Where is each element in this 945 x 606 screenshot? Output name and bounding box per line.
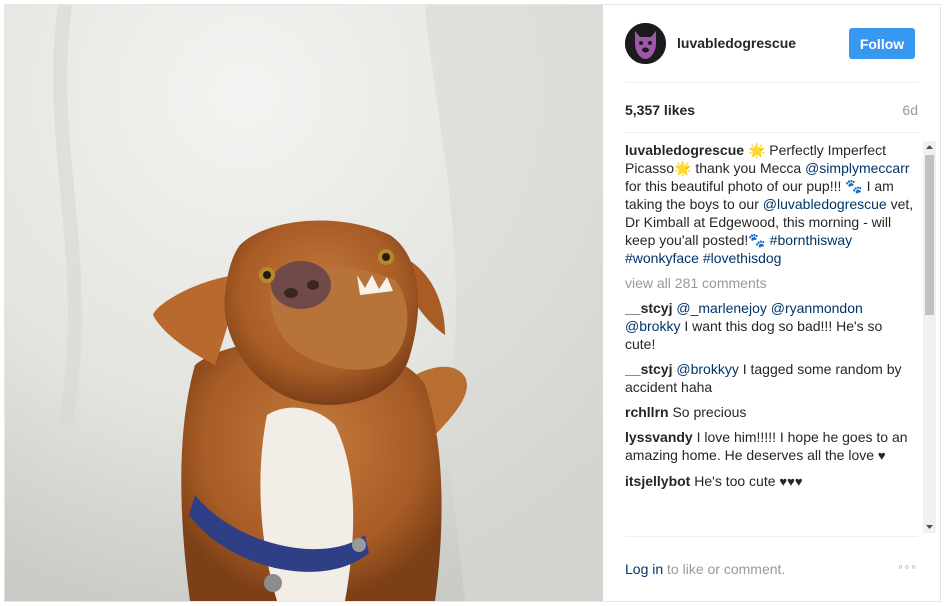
comments-list[interactable]: luvabledogrescue 🌟 Perfectly Imperfect P… bbox=[625, 141, 915, 533]
login-prompt-text: to like or comment. bbox=[663, 561, 786, 577]
comment-username[interactable]: __stcyj bbox=[625, 361, 672, 377]
mention-link[interactable]: @_marlenejoy bbox=[676, 300, 766, 316]
heart-icon: ♥♥♥ bbox=[779, 474, 803, 489]
divider bbox=[625, 132, 918, 133]
comment-username[interactable]: __stcyj bbox=[625, 300, 672, 316]
hashtag-link[interactable]: #bornthisway bbox=[770, 232, 853, 248]
heart-icon: ♥ bbox=[877, 448, 886, 463]
post-footer: Log in to like or comment. ◦◦◦ bbox=[625, 559, 918, 581]
post-photo[interactable] bbox=[5, 5, 603, 601]
mention-link[interactable]: @brokkyy bbox=[676, 361, 738, 377]
scrollbar-thumb[interactable] bbox=[925, 155, 934, 315]
hashtag-link[interactable]: #lovethisdog bbox=[703, 250, 782, 266]
comment: itsjellybot He's too cute ♥♥♥ bbox=[625, 472, 915, 491]
comment-username[interactable]: itsjellybot bbox=[625, 473, 690, 489]
post-caption: luvabledogrescue 🌟 Perfectly Imperfect P… bbox=[625, 141, 915, 267]
scroll-down-icon[interactable] bbox=[923, 521, 936, 533]
post-header: luvabledogrescue Follow bbox=[603, 5, 940, 83]
comment-text: So precious bbox=[672, 404, 747, 420]
comment: lyssvandy I love him!!!!! I hope he goes… bbox=[625, 428, 915, 465]
dog-photo-illustration bbox=[5, 5, 603, 601]
hashtag-link[interactable]: #wonkyface bbox=[625, 250, 699, 266]
caption-text: thank you Mecca bbox=[691, 160, 806, 176]
login-link[interactable]: Log in bbox=[625, 561, 663, 577]
divider bbox=[625, 82, 918, 83]
mention-link[interactable]: @ryanmondon bbox=[771, 300, 863, 316]
caption-username[interactable]: luvabledogrescue bbox=[625, 142, 744, 158]
mention-link[interactable]: @brokky bbox=[625, 318, 680, 334]
comment: __stcyj @brokkyy I tagged some random by… bbox=[625, 360, 915, 396]
follow-button[interactable]: Follow bbox=[849, 28, 915, 59]
view-all-comments-link[interactable]: view all 281 comments bbox=[625, 274, 915, 292]
comment: rchllrn So precious bbox=[625, 403, 915, 421]
comments-scrollbar[interactable] bbox=[923, 141, 936, 533]
likes-count[interactable]: 5,357 likes bbox=[625, 102, 695, 118]
paw-icon: 🐾 bbox=[845, 178, 863, 194]
more-options-icon[interactable]: ◦◦◦ bbox=[898, 559, 918, 574]
post-frame: luvabledogrescue Follow 5,357 likes 6d l… bbox=[4, 4, 941, 602]
sparkle-icon: 🌟 bbox=[674, 160, 692, 176]
comment: __stcyj @_marlenejoy @ryanmondon @brokky… bbox=[625, 299, 915, 353]
divider bbox=[625, 536, 918, 537]
avatar-dog-logo bbox=[625, 23, 666, 64]
scroll-up-icon[interactable] bbox=[923, 141, 936, 153]
comment-username[interactable]: rchllrn bbox=[625, 404, 669, 420]
paw-icon: 🐾 bbox=[748, 232, 766, 248]
caption-text: for this beautiful photo of our pup!!! bbox=[625, 178, 846, 194]
post-age[interactable]: 6d bbox=[902, 102, 918, 118]
mention-link[interactable]: @luvabledogrescue bbox=[763, 196, 887, 212]
avatar[interactable] bbox=[625, 23, 666, 64]
post-stats: 5,357 likes 6d bbox=[625, 102, 918, 122]
mention-link[interactable]: @simplymeccarr bbox=[805, 160, 909, 176]
post-side-panel: luvabledogrescue Follow 5,357 likes 6d l… bbox=[603, 5, 940, 601]
sparkle-icon: 🌟 bbox=[747, 142, 766, 158]
comment-text: He's too cute bbox=[694, 473, 776, 489]
comment-username[interactable]: lyssvandy bbox=[625, 429, 693, 445]
post-username[interactable]: luvabledogrescue bbox=[677, 35, 796, 51]
